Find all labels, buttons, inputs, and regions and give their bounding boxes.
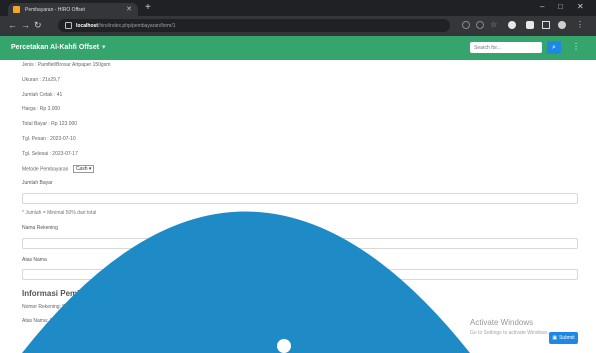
order-tgl-selesai: Tgl. Selesai : 2023-07-17 — [22, 151, 78, 157]
extensions-icon[interactable] — [526, 21, 534, 29]
payment-method-label: Metode Pembayaran — [22, 166, 69, 173]
close-window-icon[interactable]: ✕ — [577, 2, 584, 12]
search-input[interactable] — [470, 42, 542, 53]
url-host: localhost — [76, 22, 98, 29]
share-icon[interactable] — [476, 21, 484, 29]
transfer-info-title: Informasi Pembayaran Transfer — [22, 289, 142, 298]
maximize-icon[interactable]: □ — [558, 2, 563, 12]
chevron-down-icon: ▾ — [88, 166, 92, 172]
url-path: /hiro/index.php/pembayaran/form/1 — [97, 22, 176, 29]
nama-rekening-input[interactable] — [22, 238, 578, 249]
more-menu-icon[interactable]: ⋮ — [576, 21, 584, 29]
payment-method-value: Cash — [75, 166, 88, 172]
save-icon: ▣ — [552, 335, 558, 341]
star-icon[interactable]: ☆ — [490, 21, 498, 29]
site-info-icon[interactable] — [65, 22, 72, 29]
reload-icon[interactable]: ↻ — [34, 20, 42, 31]
forward-icon[interactable]: → — [21, 20, 30, 31]
atas-nama-label: Atas Nama — [22, 257, 47, 263]
order-ukuran: Ukuran : 21x29,7 — [22, 77, 61, 83]
profile-icon[interactable] — [558, 21, 566, 29]
order-tgl-pesan: Tgl. Pesan : 2023-07-10 — [22, 136, 76, 142]
close-tab-icon[interactable]: ✕ — [126, 6, 132, 13]
search-icon: ⌕ — [552, 43, 556, 51]
browser-tab[interactable]: Pembayaran - HIRO Offset ✕ — [8, 3, 138, 16]
brand-title[interactable]: Percetakan Al-Kahfi Offset ▾ — [11, 43, 106, 51]
favicon-icon — [13, 6, 20, 13]
order-harga: Harga : Rp 3.000 — [22, 106, 61, 112]
tab-title: Pembayaran - HIRO Offset — [25, 6, 85, 13]
app-navbar: Percetakan Al-Kahfi Offset▾ ⌕ ⋮ — [0, 36, 596, 60]
activate-windows-title: Activate Windows — [470, 318, 534, 327]
payment-method-select[interactable]: Cash ▾ — [72, 165, 95, 173]
browser-toolbar: ← → ↻ localhost /hiro/index.php/pembayar… — [0, 16, 596, 36]
sidepanel-icon[interactable] — [542, 21, 550, 29]
submit-button[interactable]: ▣ Submit — [549, 332, 578, 344]
browser-tabstrip: Pembayaran - HIRO Offset ✕ + – □ ✕ — [0, 0, 596, 16]
submit-label: Submit — [559, 335, 575, 341]
order-total: Total Bayar : Rp 123.000 — [22, 121, 78, 127]
atas-nama-input[interactable] — [22, 269, 578, 280]
search-button[interactable]: ⌕ — [547, 41, 561, 54]
shield-icon[interactable] — [508, 21, 516, 29]
order-jumlah: Jumlah Cetak : 41 — [22, 92, 63, 98]
order-jenis: Jenis : Pamflet/Brosur Artpaper 150gsm — [22, 62, 111, 68]
user-menu-icon[interactable]: ⋮ — [572, 42, 580, 51]
payment-method-row: Metode Pembayaran Cash ▾ — [22, 165, 95, 173]
activate-windows-subtitle: Go to Settings to activate Windows. — [470, 330, 549, 336]
payment-form: Jenis : Pamflet/Brosur Artpaper 150gsm U… — [0, 60, 596, 353]
jumlah-bayar-input[interactable] — [22, 193, 578, 204]
nama-rekening-label: Nama Rekening — [22, 225, 58, 231]
jumlah-bayar-label: Jumlah Bayar — [22, 180, 53, 186]
new-tab-icon[interactable]: + — [145, 2, 151, 14]
transfer-no-rekening: Nomor Rekening: BCA 8305148811 — [22, 304, 102, 310]
transfer-atas-nama: Atas Nama: Al-Kahfi Offset — [22, 318, 82, 324]
download-icon[interactable] — [462, 21, 470, 29]
back-icon[interactable]: ← — [8, 20, 17, 31]
jumlah-bayar-note: * Jumlah = Minimal 50% dari total — [22, 210, 97, 216]
minimize-icon[interactable]: – — [540, 2, 544, 12]
chevron-down-icon: ▾ — [102, 44, 106, 51]
address-bar[interactable]: localhost /hiro/index.php/pembayaran/for… — [58, 19, 450, 32]
